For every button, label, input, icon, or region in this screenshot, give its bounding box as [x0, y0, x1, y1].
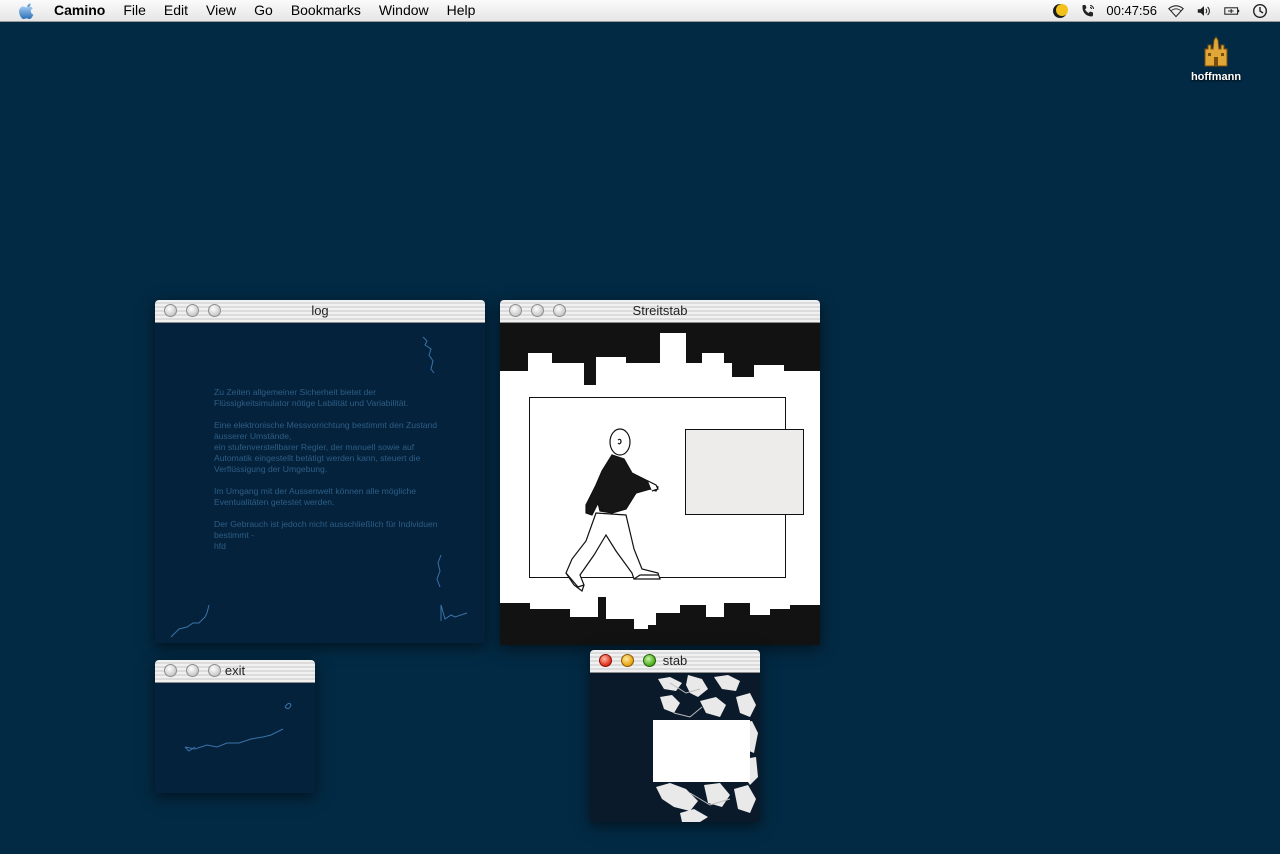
streitstab-window[interactable]: Streitstab: [500, 300, 820, 645]
moon-icon[interactable]: [1052, 3, 1069, 19]
menu-go[interactable]: Go: [245, 0, 282, 21]
exit-content: [155, 683, 315, 793]
menu-clock[interactable]: 00:47:56: [1106, 3, 1157, 18]
menu-bookmarks[interactable]: Bookmarks: [282, 0, 370, 21]
stab-window-titlebar[interactable]: stab: [590, 650, 760, 673]
apple-menu-icon[interactable]: [19, 2, 36, 20]
streitstab-window-titlebar[interactable]: Streitstab: [500, 300, 820, 323]
streitstab-canvas[interactable]: [500, 323, 820, 645]
battery-icon[interactable]: [1224, 3, 1240, 19]
stab-window[interactable]: stab: [590, 650, 760, 822]
stab-content: [590, 673, 760, 822]
wifi-icon[interactable]: [1168, 3, 1184, 19]
window-title: Streitstab: [632, 303, 688, 318]
phone-icon[interactable]: [1080, 3, 1096, 19]
grey-panel: [685, 429, 804, 515]
clock-icon[interactable]: [1252, 3, 1268, 19]
menu-view[interactable]: View: [197, 0, 245, 21]
log-content: Zu Zeiten allgemeiner Sicherheit bietet …: [155, 323, 485, 643]
log-window[interactable]: log Zu Zeiten allgemeiner Sicherheit bie…: [155, 300, 485, 643]
stab-image: [590, 673, 760, 822]
menu-app-name[interactable]: Camino: [54, 0, 114, 21]
status-area: 00:47:56: [1046, 0, 1280, 21]
window-title: exit: [224, 663, 246, 678]
hard-drive-label: hoffmann: [1190, 71, 1242, 83]
window-title: log: [311, 303, 329, 318]
menu-file[interactable]: File: [114, 0, 155, 21]
volume-icon[interactable]: [1196, 3, 1212, 19]
menu-help[interactable]: Help: [438, 0, 485, 21]
window-title: stab: [662, 653, 688, 668]
exit-window-titlebar[interactable]: exit: [155, 660, 315, 683]
menu-window[interactable]: Window: [370, 0, 438, 21]
castle-icon: [1199, 36, 1233, 70]
walking-figure: [565, 428, 661, 592]
exit-doodle: [184, 702, 292, 752]
menu-bar: Camino File Edit View Go Bookmarks Windo…: [0, 0, 1280, 22]
log-text: Zu Zeiten allgemeiner Sicherheit bietet …: [214, 387, 438, 551]
bottom-skyline-band: [500, 597, 820, 645]
white-panel: [653, 720, 750, 782]
top-skyline-band: [500, 323, 820, 385]
menu-edit[interactable]: Edit: [155, 0, 197, 21]
exit-window[interactable]: exit: [155, 660, 315, 793]
log-window-titlebar[interactable]: log: [155, 300, 485, 323]
hard-drive-icon[interactable]: hoffmann: [1186, 36, 1246, 83]
